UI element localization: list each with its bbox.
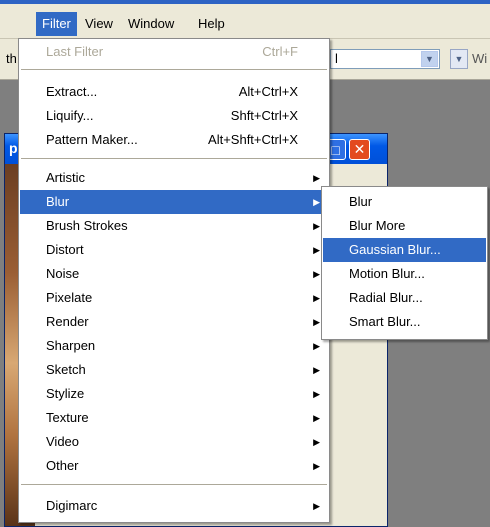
menu-item-shortcut: Ctrl+F [262,44,298,59]
menu-item-render[interactable]: Render ▶ [20,310,328,334]
menu-item-label: Blur More [349,218,406,233]
menu-item-digimarc[interactable]: Digimarc ▶ [20,494,328,518]
submenu-arrow-icon: ▶ [313,245,320,255]
submenu-arrow-icon: ▶ [313,365,320,375]
menu-separator [21,69,327,70]
menu-item-liquify[interactable]: Liquify... Shft+Ctrl+X [20,104,328,128]
menu-item-label: Other [46,458,79,473]
submenu-arrow-icon: ▶ [313,269,320,279]
submenu-arrow-icon: ▶ [313,437,320,447]
menu-item-label: Sketch [46,362,86,377]
submenu-item-blur-more[interactable]: Blur More [323,214,486,238]
menu-item-sharpen[interactable]: Sharpen ▶ [20,334,328,358]
menu-item-label: Brush Strokes [46,218,128,233]
menu-item-shortcut: Alt+Shft+Ctrl+X [208,132,298,147]
close-button[interactable]: ✕ [349,139,370,160]
menu-item-label: Motion Blur... [349,266,425,281]
submenu-arrow-icon: ▶ [313,293,320,303]
menu-item-label: Artistic [46,170,85,185]
menu-item-label: Last Filter [46,44,104,59]
menu-item-sketch[interactable]: Sketch ▶ [20,358,328,382]
submenu-arrow-icon: ▶ [313,341,320,351]
submenu-arrow-icon: ▶ [313,501,320,511]
menu-item-shortcut: Alt+Ctrl+X [238,84,298,99]
submenu-item-blur[interactable]: Blur [323,190,486,214]
menu-help[interactable]: Help [194,15,229,33]
menu-item-video[interactable]: Video ▶ [20,430,328,454]
submenu-arrow-icon: ▶ [313,197,320,207]
menu-item-last-filter[interactable]: Last Filter Ctrl+F [20,40,328,64]
submenu-arrow-icon: ▶ [313,221,320,231]
menu-item-label: Distort [46,242,84,257]
options-select[interactable]: l ▼ [330,49,440,69]
menu-item-label: Video [46,434,80,449]
menu-filter[interactable]: Filter [36,12,77,36]
submenu-arrow-icon: ▶ [313,173,320,183]
menu-item-label: Texture [46,410,89,425]
menu-item-label: Radial Blur... [349,290,423,305]
menu-item-label: Pattern Maker... [46,132,138,147]
menu-item-pixelate[interactable]: Pixelate ▶ [20,286,328,310]
menubar: Filter View Window Help [0,0,490,39]
document-title: p [9,140,18,156]
menu-item-artistic[interactable]: Artistic ▶ [20,166,328,190]
menu-item-shortcut: Shft+Ctrl+X [230,108,298,123]
submenu-item-motion-blur[interactable]: Motion Blur... [323,262,486,286]
menu-item-label: Pixelate [46,290,93,305]
menu-item-label: Stylize [46,386,85,401]
menu-item-label: Gaussian Blur... [349,242,441,257]
close-icon: ✕ [353,141,366,157]
menu-item-label: Extract... [46,84,98,99]
menu-item-label: Noise [46,266,80,281]
menu-item-stylize[interactable]: Stylize ▶ [20,382,328,406]
chevron-down-icon[interactable]: ▼ [421,51,438,67]
menu-item-noise[interactable]: Noise ▶ [20,262,328,286]
menu-item-blur[interactable]: Blur ▶ [20,190,328,214]
menu-window[interactable]: Window [124,15,178,33]
submenu-item-radial-blur[interactable]: Radial Blur... [323,286,486,310]
submenu-item-smart-blur[interactable]: Smart Blur... [323,310,486,334]
options-select-value: l [335,51,338,66]
menu-item-label: Blur [46,194,70,209]
blur-submenu: Blur Blur More Gaussian Blur... Motion B… [321,186,488,340]
submenu-arrow-icon: ▶ [313,461,320,471]
menu-item-brush-strokes[interactable]: Brush Strokes ▶ [20,214,328,238]
menu-item-label: Smart Blur... [349,314,421,329]
menu-item-other[interactable]: Other ▶ [20,454,328,478]
options-bar-label: th [6,51,17,66]
menu-separator [21,158,327,159]
menu-item-extract[interactable]: Extract... Alt+Ctrl+X [20,80,328,104]
menu-item-label: Blur [349,194,373,209]
options-bar-right-label: Wi [472,51,488,66]
menu-item-label: Sharpen [46,338,96,353]
menu-view[interactable]: View [81,15,117,33]
submenu-arrow-icon: ▶ [313,317,320,327]
menu-item-label: Digimarc [46,498,98,513]
submenu-item-gaussian-blur[interactable]: Gaussian Blur... [323,238,486,262]
window-title-strip [0,0,490,4]
menu-item-label: Render [46,314,89,329]
filter-menu: Last Filter Ctrl+F Extract... Alt+Ctrl+X… [18,38,330,523]
menu-item-label: Liquify... [46,108,94,123]
options-dropdown-button[interactable]: ▼ [450,49,468,69]
maximize-icon: □ [331,141,340,158]
submenu-arrow-icon: ▶ [313,389,320,399]
menu-item-distort[interactable]: Distort ▶ [20,238,328,262]
menu-item-texture[interactable]: Texture ▶ [20,406,328,430]
menu-item-pattern-maker[interactable]: Pattern Maker... Alt+Shft+Ctrl+X [20,128,328,152]
submenu-arrow-icon: ▶ [313,413,320,423]
menu-separator [21,484,327,485]
